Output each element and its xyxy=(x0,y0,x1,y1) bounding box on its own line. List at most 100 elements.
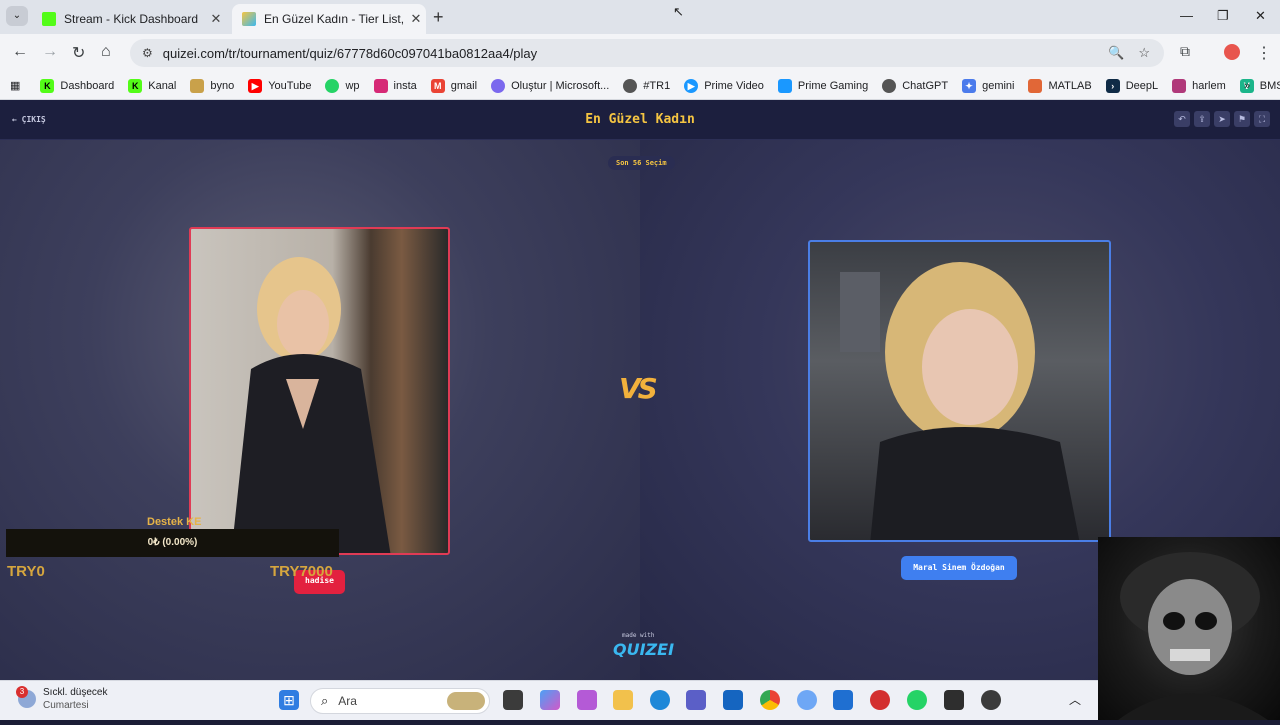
bookmark-gemini[interactable]: ✦ gemini xyxy=(962,78,1014,93)
bookmarks-bar: ▦ K Dashboard K Kanal byno ▶ YouTube wp ins… xyxy=(0,72,1280,100)
obs-icon[interactable] xyxy=(981,690,1001,710)
store-icon[interactable] xyxy=(723,690,743,710)
weather-badge: 3 xyxy=(16,686,28,698)
address-bar[interactable]: ⚙ quizei.com/tr/tournament/quiz/67778d60… xyxy=(130,39,1164,67)
search-placeholder: Ara xyxy=(338,694,357,708)
profile-avatar[interactable] xyxy=(1224,44,1240,60)
game-app-icon[interactable] xyxy=(944,690,964,710)
task-view-icon[interactable] xyxy=(503,690,523,710)
extensions-icon[interactable]: ⧉ xyxy=(1180,43,1190,60)
bookmark-kanal[interactable]: K Kanal xyxy=(128,78,176,93)
bookmark-tr1[interactable]: #TR1 xyxy=(623,78,670,93)
app-icon[interactable] xyxy=(797,690,817,710)
weather-title: Sıckl. düşecek xyxy=(43,687,108,698)
search-highlight-icon xyxy=(447,692,485,710)
right-choice-image[interactable] xyxy=(808,240,1111,542)
copilot-icon[interactable] xyxy=(540,690,560,710)
chrome-icon[interactable] xyxy=(760,690,780,710)
bookmark-label: gmail xyxy=(450,79,478,92)
bookmark-byno[interactable]: byno xyxy=(190,78,234,93)
bookmark-label: ChatGPT xyxy=(902,79,949,92)
apps-icon[interactable]: ▦ xyxy=(10,79,20,92)
right-portrait-illustration xyxy=(840,262,1080,540)
bookmark-deepl[interactable]: › DeepL xyxy=(1105,78,1158,93)
bookmark-label: harlem xyxy=(1192,79,1226,92)
tab-title: En Güzel Kadın - Tier List, Kör S xyxy=(264,12,406,26)
teams-icon[interactable] xyxy=(686,690,706,710)
back-icon[interactable]: ← xyxy=(12,43,28,61)
chevron-up-icon[interactable]: ︿ xyxy=(1065,690,1085,710)
new-tab-icon[interactable]: + xyxy=(433,7,444,28)
donation-max-value: TRY7000 xyxy=(270,563,333,580)
weather-widget[interactable]: 3 Sıckl. düşecek Cumartesi xyxy=(16,686,108,712)
chatgpt-icon xyxy=(882,78,897,93)
left-portrait-illustration xyxy=(231,257,391,553)
reload-icon[interactable]: ↻ xyxy=(72,43,85,63)
close-window-icon[interactable]: ✕ xyxy=(1255,8,1266,24)
close-tab-icon[interactable]: ✕ xyxy=(206,11,226,27)
bookmark-youtube[interactable]: ▶ YouTube xyxy=(248,78,312,93)
bookmark-wp[interactable]: wp xyxy=(325,78,360,93)
quiz-header: ← ÇIKIŞ En Güzel Kadın ↶ ⇪ ➤ ⚑ ⛶ xyxy=(0,100,1280,140)
bookmark-gmail[interactable]: Mgmail xyxy=(430,78,478,93)
taskbar-search[interactable]: ⌕ Ara xyxy=(310,688,490,714)
bookmark-chatgpt[interactable]: ChatGPT xyxy=(882,78,949,93)
bookmark-dashboard[interactable]: K Dashboard xyxy=(40,78,115,93)
bookmark-label: Dashboard xyxy=(60,79,115,92)
bookmark-label: insta xyxy=(393,79,417,92)
bookmark-label: YouTube xyxy=(268,79,312,92)
flag-icon[interactable]: ⚑ xyxy=(1234,111,1250,127)
bookmark-microsoft[interactable]: Oluştur | Microsoft... xyxy=(491,78,609,93)
windows-start-icon[interactable]: ⊞ xyxy=(279,690,299,710)
bookmark-label: BMS xyxy=(1259,79,1280,92)
mouse-cursor-icon: ↖ xyxy=(673,4,684,19)
bookmark-label: wp xyxy=(345,79,360,92)
menu-icon[interactable]: ⋮ xyxy=(1256,43,1272,63)
bookmark-label: Prime Gaming xyxy=(797,79,869,92)
webcam-overlay xyxy=(1098,537,1280,720)
tab-title: Stream - Kick Dashboard xyxy=(64,12,199,26)
tab-kick-dashboard[interactable]: Stream - Kick Dashboard ✕ xyxy=(32,4,226,34)
search-icon: ⌕ xyxy=(321,693,329,708)
bookmark-prime-video[interactable]: ▶ Prime Video xyxy=(684,78,764,93)
file-explorer-icon[interactable] xyxy=(613,690,633,710)
tr1-icon xyxy=(623,78,638,93)
quiz-page: ← ÇIKIŞ En Güzel Kadın ↶ ⇪ ➤ ⚑ ⛶ Son 56 … xyxy=(0,100,1280,680)
bookmark-harlem[interactable]: harlem xyxy=(1172,78,1226,93)
bookmark-matlab[interactable]: MATLAB xyxy=(1028,78,1092,93)
whatsapp-icon[interactable] xyxy=(907,690,927,710)
app-window-icon[interactable] xyxy=(833,690,853,710)
close-tab-icon[interactable]: ✕ xyxy=(406,11,426,27)
zoom-icon[interactable]: 🔍 xyxy=(1108,45,1124,61)
windows-taskbar: 3 Sıckl. düşecek Cumartesi ⊞ ⌕ Ara ︿ xyxy=(0,680,1280,720)
tab-search-button[interactable]: ⌄ xyxy=(6,6,28,26)
prime-video-icon: ▶ xyxy=(684,78,699,93)
choose-right-button[interactable]: Maral Sinem Özdoğan xyxy=(901,556,1017,580)
tab-quizei[interactable]: En Güzel Kadın - Tier List, Kör S ✕ xyxy=(232,4,426,34)
m365-icon[interactable] xyxy=(577,690,597,710)
whatsapp-icon xyxy=(325,78,340,93)
send-icon[interactable]: ➤ xyxy=(1214,111,1230,127)
restore-icon[interactable]: ❐ xyxy=(1217,8,1229,24)
kick-icon xyxy=(42,12,56,26)
donation-min-value: TRY0 xyxy=(7,563,45,580)
bookmark-prime-gaming[interactable]: Prime Gaming xyxy=(777,78,869,93)
home-icon[interactable]: ⌂ xyxy=(101,43,111,61)
share-icon[interactable]: ⇪ xyxy=(1194,111,1210,127)
opera-icon[interactable] xyxy=(870,690,890,710)
left-choice-image[interactable] xyxy=(189,227,450,555)
harlem-icon xyxy=(1172,78,1187,93)
quizei-logo: QUIZEI xyxy=(613,640,675,659)
site-settings-icon[interactable]: ⚙ xyxy=(142,46,153,60)
minimize-icon[interactable]: — xyxy=(1180,8,1193,23)
undo-icon[interactable]: ↶ xyxy=(1174,111,1190,127)
bookmark-star-icon[interactable]: ☆ xyxy=(1138,45,1150,61)
skull-mask-illustration xyxy=(1118,552,1268,720)
edge-icon[interactable] xyxy=(650,690,670,710)
fullscreen-icon[interactable]: ⛶ xyxy=(1254,111,1270,127)
bookmark-insta[interactable]: insta xyxy=(373,78,417,93)
more-bookmarks-icon[interactable]: » xyxy=(1244,80,1250,92)
instagram-icon xyxy=(373,78,388,93)
gmail-icon: M xyxy=(430,78,445,93)
forward-icon[interactable]: → xyxy=(42,43,58,61)
